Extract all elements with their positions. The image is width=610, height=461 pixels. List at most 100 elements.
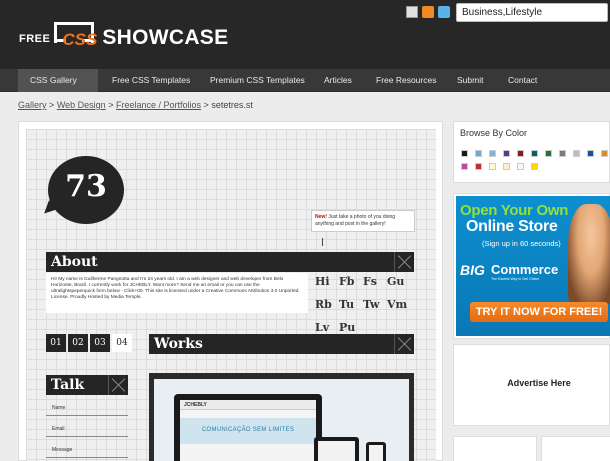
close-x-icon	[394, 252, 414, 272]
breadcrumb: Gallery > Web Design > Freelance / Portf…	[18, 100, 253, 110]
form-label-email: Email	[52, 426, 65, 432]
logo-free-text: FREE	[19, 33, 51, 45]
ad-slot[interactable]	[453, 436, 537, 461]
ad-person-image	[568, 204, 610, 304]
works-header: Works	[149, 334, 414, 354]
color-swatch[interactable]	[559, 150, 566, 157]
color-swatch[interactable]	[475, 163, 482, 170]
ad-slot[interactable]	[541, 436, 610, 461]
about-header: About	[46, 252, 414, 272]
color-swatch[interactable]	[489, 150, 496, 157]
work-tabs: 01 02 03 04	[46, 334, 132, 352]
font-sample: Vm	[387, 298, 408, 311]
color-swatch[interactable]	[503, 163, 510, 170]
social-icons	[406, 6, 450, 18]
color-swatch[interactable]	[517, 150, 524, 157]
about-text: Hi! My name is Guilherme Pangnotta and I…	[46, 273, 308, 313]
breadcrumb-separator: >	[108, 100, 114, 110]
color-swatch[interactable]	[573, 150, 580, 157]
color-swatch[interactable]	[531, 163, 538, 170]
logo-css-mark: CSS	[54, 22, 98, 50]
nav-contact[interactable]: Contact	[496, 69, 549, 92]
color-swatch[interactable]	[545, 150, 552, 157]
breadcrumb-freelance-portfolios[interactable]: Freelance / Portfolios	[116, 100, 201, 110]
breadcrumb-web-design[interactable]: Web Design	[57, 100, 106, 110]
breadcrumb-gallery[interactable]: Gallery	[18, 100, 47, 110]
color-swatches	[461, 150, 610, 170]
ad-brand-commerce: Commerce	[491, 262, 559, 277]
talk-header: Talk	[46, 375, 128, 395]
color-swatch[interactable]	[531, 150, 538, 157]
note-new-label: New!	[315, 214, 327, 220]
font-sample: Hi	[315, 275, 330, 288]
site-logo[interactable]: FREE CSS SHOWCASE	[19, 21, 228, 51]
nav-submit[interactable]: Submit	[445, 69, 495, 92]
breadcrumb-separator: >	[203, 100, 209, 110]
work-tab-01[interactable]: 01	[46, 334, 66, 352]
works-showcase: JCHEBLY COMUNICAÇÃO SEM LIMITES	[149, 373, 414, 461]
breadcrumb-separator: >	[49, 100, 55, 110]
work-tab-03[interactable]: 03	[90, 334, 110, 352]
monitor-screen: JCHEBLY COMUNICAÇÃO SEM LIMITES	[180, 400, 316, 461]
color-swatch[interactable]	[475, 150, 482, 157]
screen-brand: JCHEBLY	[180, 400, 316, 410]
font-sample: Tu	[339, 298, 355, 311]
logo-showcase-text: SHOWCASE	[102, 26, 229, 49]
color-swatch[interactable]	[489, 163, 496, 170]
nav-premium-css-templates[interactable]: Premium CSS Templates	[198, 69, 317, 92]
note-text: Just take a photo of you doing anything …	[315, 214, 396, 227]
work-tab-04[interactable]: 04	[112, 334, 132, 352]
about-title: About	[51, 254, 98, 270]
work-tab-02[interactable]: 02	[68, 334, 88, 352]
advertise-here-label[interactable]: Advertise Here	[453, 378, 610, 388]
ad-brand-big: BIG	[460, 262, 485, 278]
tablet-image	[314, 437, 359, 461]
browse-by-color-title: Browse By Color	[460, 128, 528, 138]
nav-articles[interactable]: Articles	[312, 69, 364, 92]
site-screenshot[interactable]: 73 New! Just take a photo of you doing a…	[26, 129, 436, 461]
nav-free-resources[interactable]: Free Resources	[364, 69, 448, 92]
ad-cta-button[interactable]: TRY IT NOW FOR FREE!	[470, 302, 608, 322]
font-sample: Lv	[315, 321, 330, 334]
color-swatch[interactable]	[517, 163, 524, 170]
font-sample: Rb	[315, 298, 332, 311]
screen-banner: COMUNICAÇÃO SEM LIMITES	[180, 418, 316, 444]
form-label-message: Message	[52, 447, 73, 453]
close-x-icon	[394, 334, 414, 354]
breadcrumb-current: setetres.st	[211, 100, 253, 110]
talk-title: Talk	[51, 377, 85, 393]
main-nav: CSS Gallery Free CSS Templates Premium C…	[0, 69, 610, 92]
color-swatch[interactable]	[587, 150, 594, 157]
rss-icon[interactable]	[422, 6, 434, 18]
ad-headline-2: Online Store	[466, 218, 558, 235]
bigcommerce-ad[interactable]: Open Your Own Online Store (Sign up in 6…	[456, 196, 610, 336]
mail-icon[interactable]	[406, 6, 418, 18]
works-title: Works	[154, 336, 203, 352]
ad-subline: (Sign up in 60 seconds)	[482, 239, 561, 248]
nav-css-gallery[interactable]: CSS Gallery	[18, 69, 98, 92]
color-swatch[interactable]	[461, 150, 468, 157]
email-field	[46, 436, 128, 437]
works-image: JCHEBLY COMUNICAÇÃO SEM LIMITES	[154, 379, 409, 461]
name-field	[46, 415, 128, 416]
site-header: FREE CSS SHOWCASE Business,Lifestyle	[0, 0, 610, 69]
logo-css-text: CSS	[62, 30, 98, 49]
message-field	[46, 457, 128, 458]
phone-image	[366, 442, 386, 461]
twitter-icon[interactable]	[438, 6, 450, 18]
form-label-name: Name	[52, 405, 66, 411]
font-sample: Gu	[387, 275, 405, 288]
font-sample: Tw	[363, 298, 380, 311]
search-input[interactable]: Business,Lifestyle	[456, 3, 608, 22]
ad-brand-tagline: The Easiest Way to Sell Online	[491, 277, 540, 281]
font-sample: Fs	[363, 275, 378, 288]
color-swatch[interactable]	[461, 163, 468, 170]
color-swatch[interactable]	[601, 150, 608, 157]
font-sample: Pu	[339, 321, 356, 334]
color-swatch[interactable]	[503, 150, 510, 157]
monitor-image: JCHEBLY COMUNICAÇÃO SEM LIMITES	[174, 394, 322, 461]
nav-free-css-templates[interactable]: Free CSS Templates	[100, 69, 202, 92]
bubble-number: 73	[65, 169, 107, 204]
font-sample: Fb	[339, 275, 355, 288]
text-cursor	[322, 238, 323, 246]
